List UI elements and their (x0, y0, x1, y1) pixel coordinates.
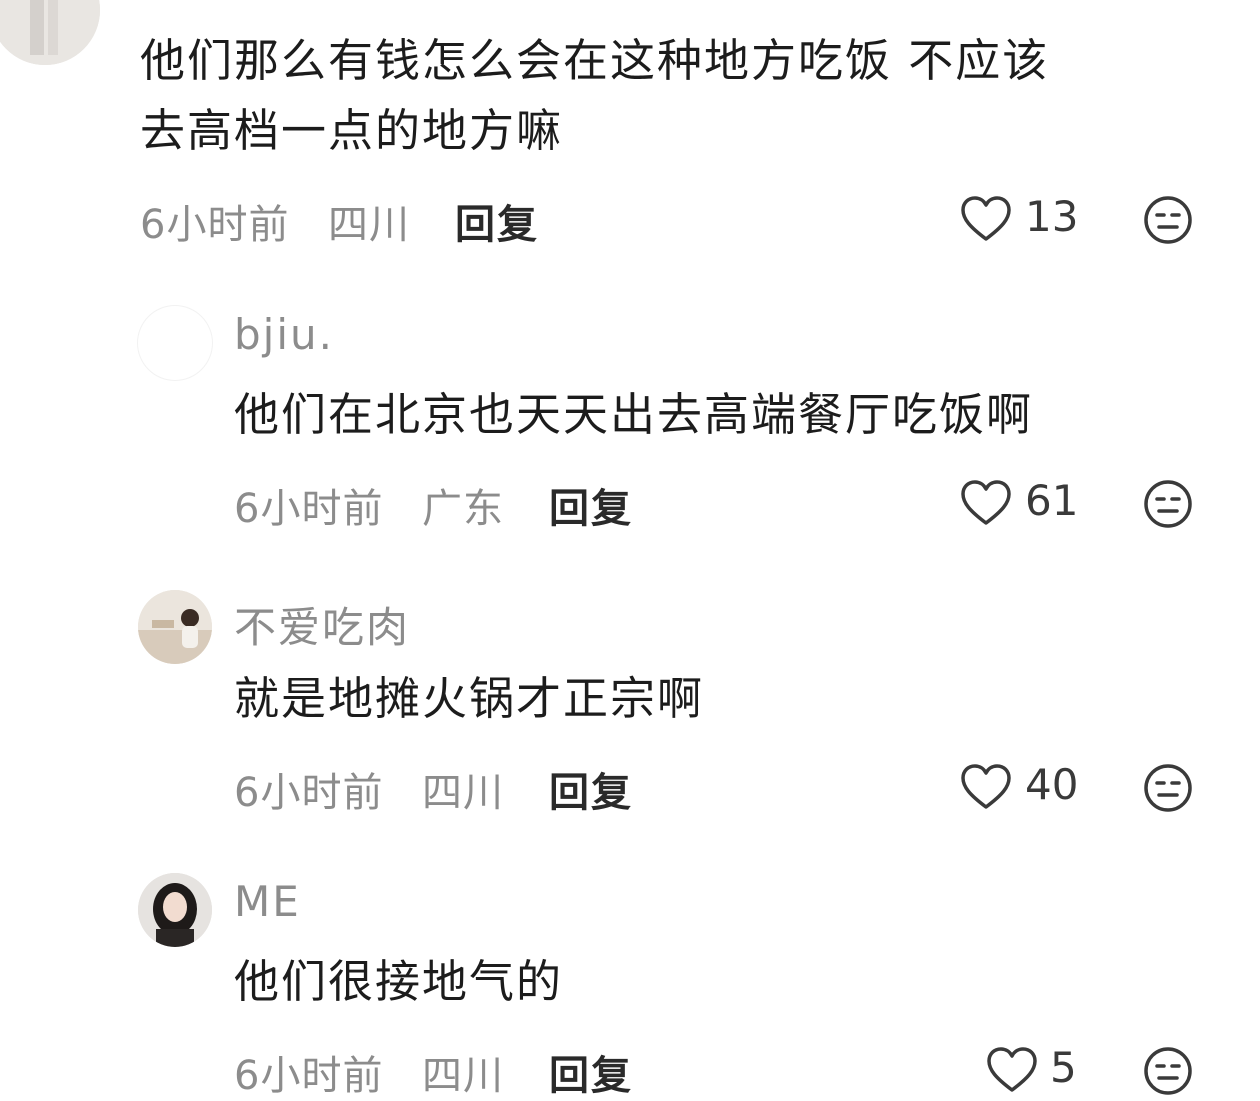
comment-location: 四川 (422, 1053, 504, 1099)
comment-time: 6小时前 (234, 770, 384, 816)
comment-time: 6小时前 (234, 1053, 384, 1099)
avatar[interactable] (138, 873, 212, 947)
like-count: 13 (1025, 192, 1079, 241)
comment-text: 他们那么有钱怎么会在这种地方吃饭 不应该 (140, 34, 1050, 87)
heart-icon[interactable] (960, 195, 1012, 243)
heart-icon[interactable] (960, 479, 1012, 527)
avatar[interactable] (138, 590, 212, 664)
neutral-face-icon[interactable] (1142, 194, 1194, 246)
comment-username[interactable]: bjiu. (234, 310, 334, 359)
neutral-face-icon[interactable] (1142, 478, 1194, 530)
comment-username[interactable]: ME (234, 877, 301, 926)
like-count: 5 (1050, 1043, 1077, 1092)
reply-button[interactable]: 回复 (455, 192, 539, 250)
like-count: 61 (1025, 476, 1079, 525)
reply-button[interactable]: 回复 (549, 1043, 633, 1101)
heart-icon[interactable] (986, 1046, 1038, 1094)
comment-text: 就是地摊火锅才正宗啊 (234, 672, 705, 725)
comment-location: 四川 (422, 770, 504, 816)
comment-text: 他们很接地气的 (234, 955, 564, 1008)
reply-button[interactable]: 回复 (549, 476, 633, 534)
comment-location: 四川 (328, 202, 410, 248)
like-count: 40 (1025, 760, 1079, 809)
neutral-face-icon[interactable] (1142, 762, 1194, 814)
comment-username[interactable]: 不爱吃肉 (234, 594, 410, 655)
comment-location: 广东 (422, 486, 504, 532)
neutral-face-icon[interactable] (1142, 1045, 1194, 1097)
comment-time: 6小时前 (234, 486, 384, 532)
reply-button[interactable]: 回复 (549, 760, 633, 818)
comment-time: 6小时前 (140, 202, 290, 248)
comment-text: 去高档一点的地方嘛 (140, 104, 564, 157)
comment-text: 他们在北京也天天出去高端餐厅吃饭啊 (234, 388, 1034, 441)
avatar[interactable] (138, 306, 212, 380)
heart-icon[interactable] (960, 763, 1012, 811)
avatar[interactable] (0, 0, 100, 65)
